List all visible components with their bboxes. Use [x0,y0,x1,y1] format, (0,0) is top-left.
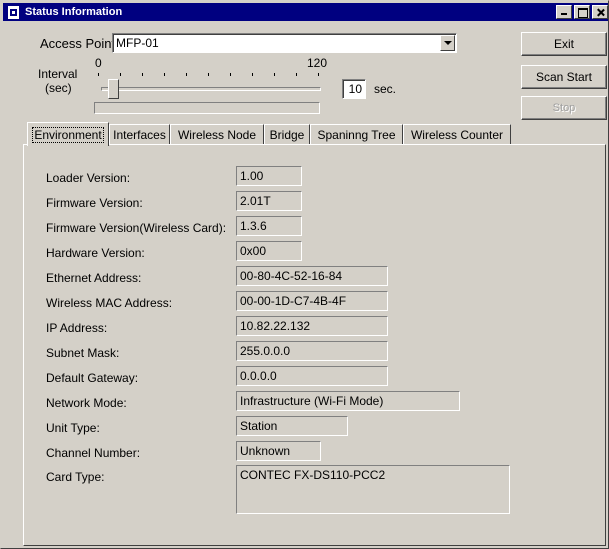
wireless-mac-address-value: 00-00-1D-C7-4B-4F [236,291,388,311]
slider-tick [296,73,297,76]
interval-unit-label: (sec) [45,81,72,95]
minimize-button[interactable] [556,5,572,19]
tab-label: Spaninng Tree [317,127,396,142]
card-type-value: CONTEC FX-DS110-PCC2 [236,465,510,514]
slider-tick [98,73,99,76]
window-controls [556,5,608,19]
slider-tick [164,73,165,76]
firmware-version-wireless-value: 1.3.6 [236,216,302,236]
access-point-combobox[interactable]: MFP-01 [112,33,457,53]
scan-start-button[interactable]: Scan Start [521,65,607,89]
maximize-button[interactable] [574,5,590,19]
channel-number-label: Channel Number: [46,446,141,460]
stop-button[interactable]: Stop [521,96,607,120]
title-bar[interactable]: Status Information [3,3,608,21]
firmware-version-label: Firmware Version: [46,196,143,210]
slider-tick [252,73,253,76]
subnet-mask-label: Subnet Mask: [46,346,120,360]
network-mode-value: Infrastructure (Wi-Fi Mode) [236,391,460,411]
interval-slider-thumb[interactable] [108,79,119,99]
tab-wireless-node[interactable]: Wireless Node [170,124,264,144]
slider-tick [318,73,319,76]
tab-label: Wireless Counter [410,127,504,142]
unit-type-value: Station [236,416,348,436]
interval-value-field[interactable]: 10 [342,79,366,99]
firmware-version-value: 2.01T [236,191,302,211]
tab-label: Environment [32,126,104,143]
interval-min-label: 0 [95,56,102,70]
tab-label: Wireless Node [177,127,257,142]
firmware-version-wireless-label: Firmware Version(Wireless Card): [46,221,227,235]
interval-label: Interval [38,67,78,81]
network-mode-label: Network Mode: [46,396,127,410]
app-icon [8,5,19,19]
tab-environment[interactable]: Environment [27,122,109,146]
slider-tick [208,73,209,76]
window-title: Status Information [25,6,123,18]
exit-button[interactable]: Exit [521,32,607,56]
subnet-mask-value: 255.0.0.0 [236,341,388,361]
status-information-window: Status Information Access Point: MFP-01 … [0,0,609,549]
tab-label: Bridge [269,127,305,142]
default-gateway-value: 0.0.0.0 [236,366,388,386]
interval-slider-track[interactable] [101,87,321,91]
access-point-label: Access Point: [40,36,119,51]
ethernet-address-label: Ethernet Address: [46,271,142,285]
ip-address-value: 10.82.22.132 [236,316,388,336]
chevron-down-icon[interactable] [440,35,455,51]
slider-tick [230,73,231,76]
scan-progress-bar [94,102,320,114]
slider-tick [142,73,143,76]
default-gateway-label: Default Gateway: [46,371,139,385]
wireless-mac-address-label: Wireless MAC Address: [46,296,173,310]
tab-interfaces[interactable]: Interfaces [109,124,170,144]
ip-address-label: IP Address: [46,321,108,335]
unit-type-label: Unit Type: [46,421,100,435]
loader-version-label: Loader Version: [46,171,131,185]
hardware-version-label: Hardware Version: [46,246,145,260]
loader-version-value: 1.00 [236,166,302,186]
hardware-version-value: 0x00 [236,241,302,261]
tab-spanning-tree[interactable]: Spaninng Tree [310,124,403,144]
access-point-value: MFP-01 [116,36,159,50]
tab-wireless-counter[interactable]: Wireless Counter [403,124,511,144]
card-type-label: Card Type: [46,470,105,484]
close-button[interactable] [592,5,608,19]
interval-sec-label: sec. [374,82,397,96]
tab-bridge[interactable]: Bridge [264,124,310,144]
interval-max-label: 120 [307,56,328,70]
slider-tick [274,73,275,76]
tab-label: Interfaces [113,127,166,142]
ethernet-address-value: 00-80-4C-52-16-84 [236,266,388,286]
slider-tick [120,73,121,76]
channel-number-value: Unknown [236,441,321,461]
slider-tick [186,73,187,76]
